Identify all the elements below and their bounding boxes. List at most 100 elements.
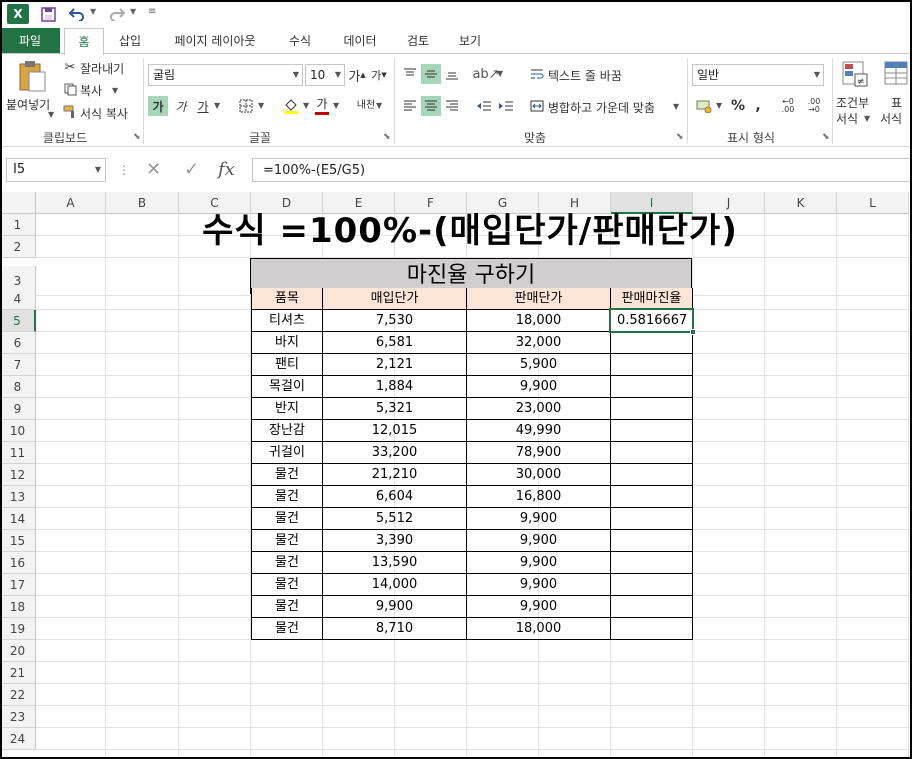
decrease-decimal-button[interactable]: .00 →0 (802, 96, 826, 116)
insert-function-button[interactable]: fx (218, 158, 235, 182)
row-header-18[interactable]: 18 (0, 596, 36, 618)
cell-margin-rate[interactable] (611, 552, 693, 574)
cell-item[interactable]: 물건 (251, 552, 323, 574)
decrease-indent-icon[interactable] (474, 96, 494, 116)
row-header-19[interactable]: 19 (0, 618, 36, 640)
font-size-select[interactable]: 10 ▼ (305, 64, 345, 86)
number-format-select[interactable]: 일반 ▼ (692, 64, 824, 86)
cell-margin-rate[interactable] (611, 574, 693, 596)
align-right-icon[interactable] (442, 96, 462, 116)
name-box[interactable]: I5 ▼ (6, 158, 106, 182)
column-header-b[interactable]: B (106, 192, 179, 214)
header-margin-rate[interactable]: 판매마진율 (611, 288, 693, 310)
cell-item[interactable]: 팬티 (251, 354, 323, 376)
paste-icon[interactable] (14, 58, 50, 94)
row-header-9[interactable]: 9 (0, 398, 36, 420)
cell-purchase-price[interactable]: 8,710 (323, 618, 467, 640)
cell-margin-rate[interactable] (611, 596, 693, 618)
undo-icon[interactable] (66, 3, 88, 25)
cut-label[interactable]: 잘라내기 (80, 60, 124, 77)
accounting-dropdown-icon[interactable]: ▼ (716, 101, 722, 110)
column-header-k[interactable]: K (765, 192, 837, 214)
customize-qat-icon[interactable]: ≡ (148, 6, 156, 17)
tab-insert[interactable]: 삽입 (110, 28, 150, 54)
cell-item[interactable]: 바지 (251, 332, 323, 354)
cell-sale-price[interactable]: 9,900 (467, 530, 611, 552)
row-header-11[interactable]: 11 (0, 442, 36, 464)
cell-sale-price[interactable]: 9,900 (467, 376, 611, 398)
number-launcher-icon[interactable]: ⬊ (822, 132, 830, 142)
row-header-20[interactable]: 20 (0, 640, 36, 662)
font-color-dropdown-icon[interactable]: ▼ (333, 101, 339, 110)
phonetic-button[interactable]: 내천 (355, 94, 377, 118)
cell-item[interactable]: 티셔츠 (251, 310, 323, 332)
row-header-2[interactable]: 2 (0, 236, 36, 258)
fill-color-dropdown-icon[interactable]: ▼ (303, 101, 309, 110)
cell-sale-price[interactable]: 18,000 (467, 310, 611, 332)
merge-center-icon[interactable] (528, 96, 546, 116)
grow-font-button[interactable]: 가 ▲ (348, 65, 366, 85)
cell-purchase-price[interactable]: 21,210 (323, 464, 467, 486)
cell-item[interactable]: 물건 (251, 486, 323, 508)
cell-margin-rate[interactable] (611, 618, 693, 640)
tab-review[interactable]: 검토 (396, 28, 440, 54)
bold-button[interactable]: 가 (148, 96, 168, 116)
clipboard-launcher-icon[interactable]: ⬊ (133, 132, 141, 142)
cell-item[interactable]: 물건 (251, 508, 323, 530)
cell-margin-rate[interactable] (611, 530, 693, 552)
paste-label[interactable]: 붙여넣기 (6, 96, 50, 113)
increase-indent-icon[interactable] (496, 96, 516, 116)
align-top-icon[interactable] (400, 64, 420, 84)
row-header-15[interactable]: 15 (0, 530, 36, 552)
header-purchase-price[interactable]: 매입단가 (323, 288, 467, 310)
row-header-23[interactable]: 23 (0, 706, 36, 728)
tab-data[interactable]: 데이터 (332, 28, 388, 54)
cell-item[interactable]: 귀걸이 (251, 442, 323, 464)
row-header-13[interactable]: 13 (0, 486, 36, 508)
underline-button[interactable]: 가 (194, 96, 212, 116)
cell-sale-price[interactable]: 16,800 (467, 486, 611, 508)
tab-file[interactable]: 파일 (0, 28, 60, 54)
row-header-4[interactable]: 4 (0, 288, 36, 310)
format-painter-icon[interactable] (62, 104, 78, 120)
header-sale-price[interactable]: 판매단가 (467, 288, 611, 310)
cell-item[interactable]: 반지 (251, 398, 323, 420)
cell-sale-price[interactable]: 49,990 (467, 420, 611, 442)
cell-margin-rate[interactable] (611, 354, 693, 376)
underline-dropdown-icon[interactable]: ▼ (214, 101, 220, 110)
cell-purchase-price[interactable]: 1,884 (323, 376, 467, 398)
row-header-10[interactable]: 10 (0, 420, 36, 442)
font-color-button[interactable]: 가 (314, 94, 330, 116)
fill-handle[interactable] (690, 329, 696, 335)
cell-sale-price[interactable]: 9,900 (467, 574, 611, 596)
merge-dropdown-icon[interactable]: ▼ (673, 102, 679, 111)
conditional-formatting-label[interactable]: 조건부 (836, 94, 869, 111)
fill-color-icon[interactable] (280, 96, 302, 116)
font-name-select[interactable]: 굴림 ▼ (148, 64, 303, 86)
cell-sale-price[interactable]: 30,000 (467, 464, 611, 486)
accounting-format-icon[interactable] (694, 96, 714, 116)
save-icon[interactable] (38, 3, 58, 25)
conditional-formatting-label-2[interactable]: 서식 (836, 110, 858, 127)
header-item[interactable]: 품목 (251, 288, 323, 310)
cell-item[interactable]: 물건 (251, 530, 323, 552)
paste-dropdown-icon[interactable]: ▼ (48, 110, 54, 119)
cell-item[interactable]: 물건 (251, 464, 323, 486)
align-left-icon[interactable] (400, 96, 420, 116)
row-header-5[interactable]: 5 (0, 310, 36, 332)
cell-margin-rate[interactable] (611, 398, 693, 420)
column-header-l[interactable]: L (837, 192, 909, 214)
align-middle-icon[interactable] (421, 64, 441, 84)
cell-sale-price[interactable]: 9,900 (467, 596, 611, 618)
formula-input[interactable]: =100%-(E5/G5) (252, 158, 912, 182)
format-as-table-label[interactable]: 표 (891, 94, 902, 111)
cell-item[interactable]: 물건 (251, 574, 323, 596)
copy-icon[interactable] (62, 81, 78, 97)
cell-sale-price[interactable]: 78,900 (467, 442, 611, 464)
cell-purchase-price[interactable]: 2,121 (323, 354, 467, 376)
row-header-7[interactable]: 7 (0, 354, 36, 376)
cell-purchase-price[interactable]: 6,604 (323, 486, 467, 508)
cell-purchase-price[interactable]: 3,390 (323, 530, 467, 552)
orientation-dropdown-icon[interactable]: ▼ (497, 69, 503, 78)
cell-item[interactable]: 장난감 (251, 420, 323, 442)
